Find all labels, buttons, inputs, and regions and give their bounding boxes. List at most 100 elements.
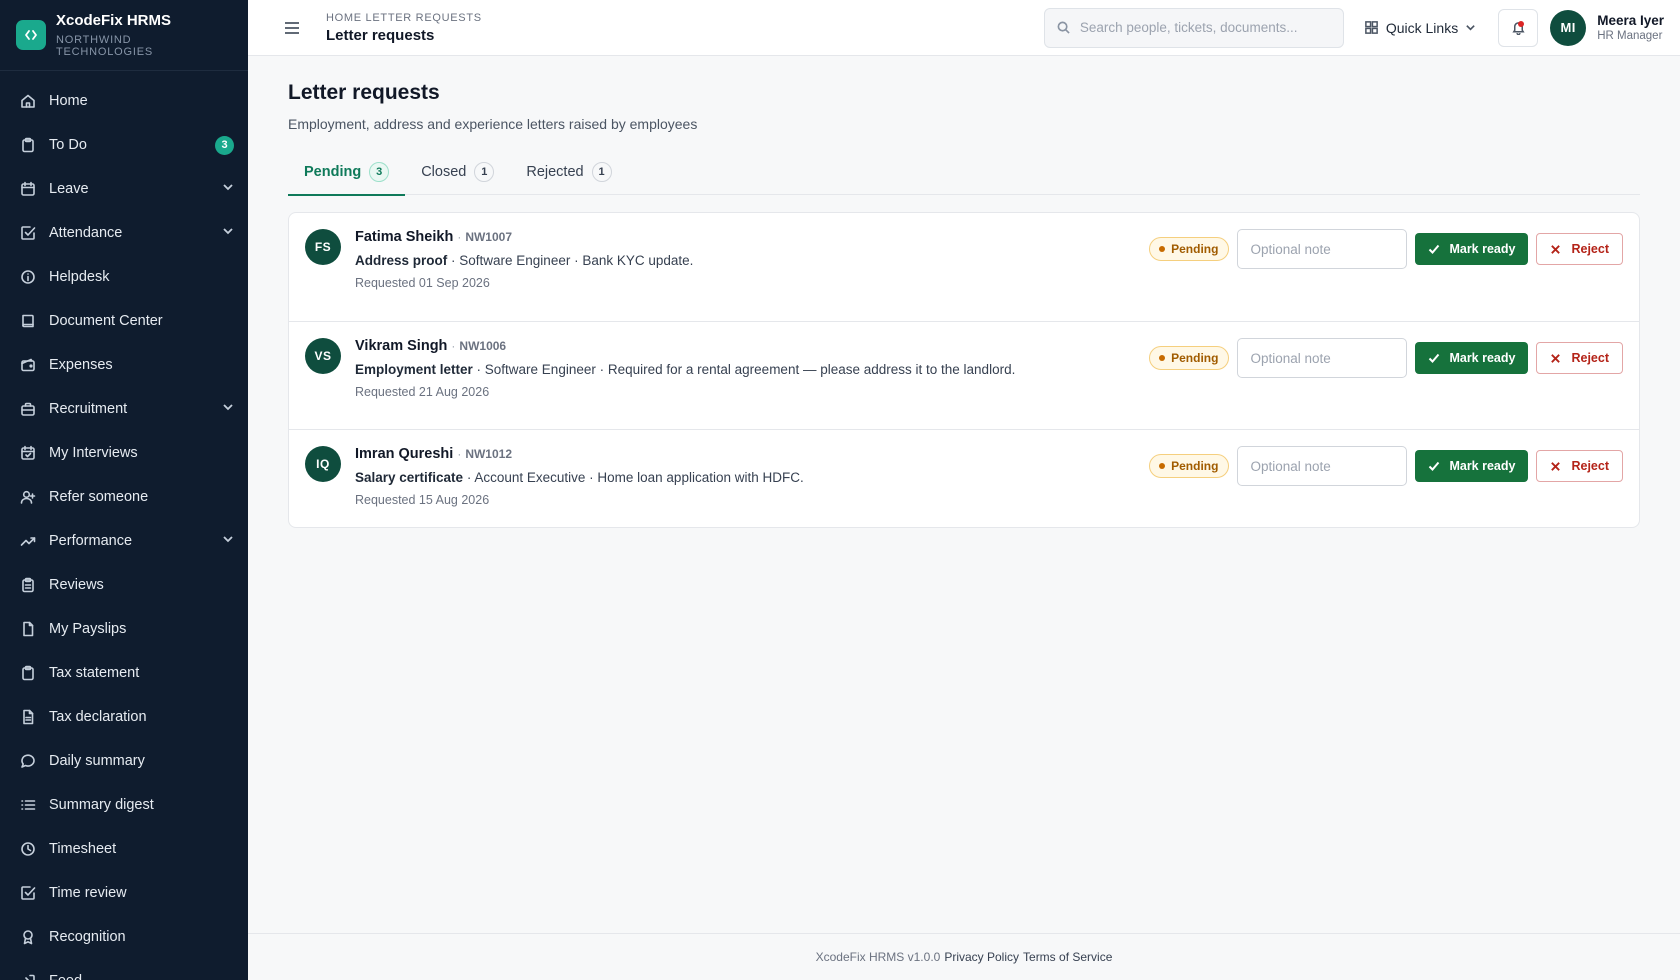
sidebar-item-label: Refer someone (49, 489, 149, 505)
chevron-down-icon[interactable] (222, 401, 234, 417)
tab-label: Closed (421, 163, 467, 180)
user-menu[interactable]: MI Meera Iyer HR Manager (1550, 9, 1664, 46)
home-icon (20, 93, 36, 109)
tab-rejected[interactable]: Rejected 1 (510, 148, 627, 195)
chevron-down-icon[interactable] (222, 225, 234, 241)
sidebar-item-my-payslips[interactable]: My Payslips (0, 607, 248, 651)
award-icon (20, 929, 36, 945)
sidebar-item-expenses[interactable]: Expenses (0, 343, 248, 387)
note-input[interactable] (1237, 229, 1408, 269)
check-icon (1429, 461, 1440, 471)
sidebar-item-label: Summary digest (49, 797, 154, 813)
user-plus-icon (20, 489, 36, 505)
avatar: MI (1550, 9, 1587, 46)
sidebar-item-tax-declaration[interactable]: Tax declaration (0, 695, 248, 739)
sidebar-item-label: Home (49, 93, 88, 109)
request-details: Imran Qureshi · NW1012 Salary certificate ·… (355, 446, 1149, 507)
reject-button[interactable]: Reject (1536, 450, 1623, 482)
sidebar-item-summary-digest[interactable]: Summary digest (0, 783, 248, 827)
search-box[interactable] (1043, 7, 1344, 48)
page-title: Letter requests (288, 81, 440, 104)
mark-ready-button[interactable]: Mark ready (1415, 342, 1529, 374)
check-icon (1429, 353, 1440, 363)
sidebar-item-daily-summary[interactable]: Daily summary (0, 739, 248, 783)
tab-pending[interactable]: Pending 3 (288, 148, 406, 196)
separator: · (457, 230, 462, 244)
wallet-icon (20, 357, 36, 373)
chevron-down-icon[interactable] (222, 181, 234, 197)
separator: · (451, 339, 456, 353)
sidebar-item-performance[interactable]: Performance (0, 519, 248, 563)
terms-link[interactable]: Terms of Service (1023, 950, 1112, 964)
brand[interactable]: XcodeFix HRMS NORTHWIND TECHNOLOGIES (0, 0, 248, 71)
sidebar-item-recruitment[interactable]: Recruitment (0, 387, 248, 431)
file-icon (20, 621, 36, 637)
row-actions: Pending Mark ready Reject (1149, 446, 1623, 486)
quick-links-label: Quick Links (1385, 19, 1459, 36)
avatar: VS (305, 338, 341, 374)
check-icon (1429, 244, 1440, 254)
sidebar-item-label: Recognition (49, 929, 126, 945)
sidebar-item-recognition[interactable]: Recognition (0, 915, 248, 959)
sidebar-item-label: Attendance (49, 225, 123, 241)
sidebar-item-leave[interactable]: Leave (0, 167, 248, 211)
reject-button[interactable]: Reject (1536, 342, 1623, 374)
mark-ready-button[interactable]: Mark ready (1415, 233, 1529, 265)
reject-label: Reject (1571, 351, 1609, 365)
tabs: Pending 3 Closed 1 Rejected 1 (288, 148, 1640, 196)
avatar: FS (305, 229, 341, 265)
sidebar-item-home[interactable]: Home (0, 79, 248, 123)
sidebar-item-attendance[interactable]: Attendance (0, 211, 248, 255)
separator: · (457, 447, 462, 461)
sidebar-item-my-interviews[interactable]: My Interviews (0, 431, 248, 475)
grid-icon (1364, 20, 1386, 35)
sidebar-item-document-center[interactable]: Document Center (0, 299, 248, 343)
status-badge: Pending (1149, 237, 1230, 261)
reject-label: Reject (1571, 242, 1609, 256)
privacy-link[interactable]: Privacy Policy (944, 950, 1019, 964)
quick-links-button[interactable]: Quick Links (1364, 20, 1476, 36)
topbar-title: Letter requests (326, 26, 435, 44)
menu-toggle-icon[interactable] (282, 18, 302, 38)
chevron-down-icon[interactable] (222, 533, 234, 549)
mark-ready-label: Mark ready (1449, 459, 1516, 473)
reject-label: Reject (1571, 459, 1609, 473)
log-in-icon (20, 973, 36, 980)
row-actions: Pending Mark ready Reject (1149, 338, 1623, 378)
chevron-down-icon (1458, 22, 1476, 33)
sidebar-item-time-review[interactable]: Time review (0, 871, 248, 915)
sidebar-item-refer-someone[interactable]: Refer someone (0, 475, 248, 519)
clipboard-icon (20, 665, 36, 681)
breadcrumb-path: HOME LETTER REQUESTS (326, 11, 482, 24)
app-root: XcodeFix HRMS NORTHWIND TECHNOLOGIES Hom… (0, 0, 1680, 980)
sidebar-item-reviews[interactable]: Reviews (0, 563, 248, 607)
sidebar-item-label: Expenses (49, 357, 113, 373)
sidebar-item-timesheet[interactable]: Timesheet (0, 827, 248, 871)
file-text-icon (20, 709, 36, 725)
check-square-icon (20, 885, 36, 901)
tab-count-badge: 1 (474, 161, 495, 182)
employee-code: NW1006 (459, 339, 507, 353)
sidebar-item-label: Tax declaration (49, 709, 147, 725)
sidebar-item-to-do[interactable]: To Do 3 (0, 123, 248, 167)
sidebar-item-label: Feed (49, 973, 234, 980)
briefcase-icon (20, 401, 36, 417)
letter-type: Employment letter (355, 362, 473, 377)
reject-button[interactable]: Reject (1536, 233, 1623, 265)
sidebar-item-feed[interactable]: Feed (0, 959, 248, 980)
footer: XcodeFix HRMS v1.0.0 Privacy Policy Term… (248, 933, 1680, 980)
page-subtitle: Employment, address and experience lette… (288, 116, 698, 132)
book-icon (20, 313, 36, 329)
notifications-button[interactable] (1498, 8, 1539, 47)
note-input[interactable] (1237, 446, 1408, 486)
sidebar-item-tax-statement[interactable]: Tax statement (0, 651, 248, 695)
sidebar-item-helpdesk[interactable]: Helpdesk (0, 255, 248, 299)
main-area: HOME LETTER REQUESTS Letter requests Qui… (248, 0, 1680, 980)
clock-icon (20, 841, 36, 857)
search-input[interactable] (1079, 20, 1331, 35)
topbar: HOME LETTER REQUESTS Letter requests Qui… (248, 0, 1680, 56)
mark-ready-button[interactable]: Mark ready (1415, 450, 1529, 482)
row-actions: Pending Mark ready Reject (1149, 229, 1623, 269)
tab-closed[interactable]: Closed 1 (405, 148, 510, 195)
note-input[interactable] (1237, 338, 1408, 378)
